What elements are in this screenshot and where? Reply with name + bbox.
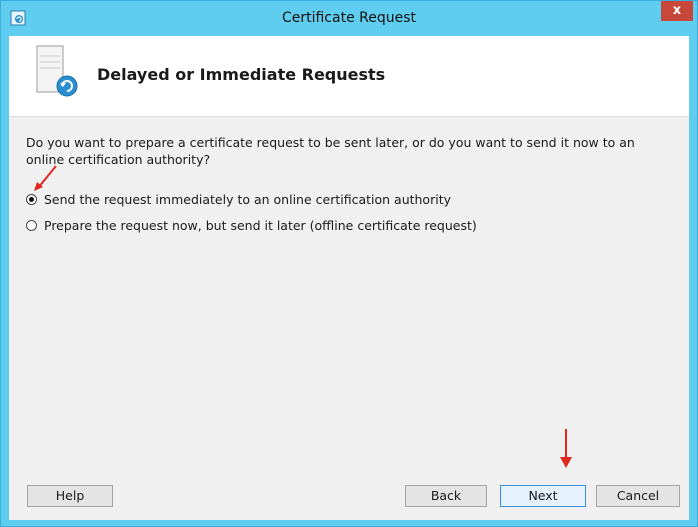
certificate-request-icon (36, 45, 78, 97)
window-title: Certificate Request (281, 10, 417, 26)
page-title: Delayed or Immediate Requests (97, 65, 386, 84)
wizard-footer: Help Back Next Cancel (9, 471, 689, 520)
radio-button[interactable] (26, 220, 37, 231)
radio-button-selected[interactable] (26, 194, 37, 205)
help-button[interactable]: Help (27, 485, 113, 507)
back-button[interactable]: Back (405, 485, 487, 507)
next-button[interactable]: Next (500, 485, 586, 507)
wizard-header: Delayed or Immediate Requests (9, 36, 689, 117)
title-bar[interactable]: Certificate Request x (1, 1, 697, 36)
option-send-later[interactable]: Prepare the request now, but send it lat… (26, 218, 477, 233)
option-label: Send the request immediately to an onlin… (44, 192, 451, 207)
option-label: Prepare the request now, but send it lat… (44, 218, 477, 233)
wizard-content: Do you want to prepare a certificate req… (9, 117, 689, 471)
cancel-button[interactable]: Cancel (596, 485, 680, 507)
close-button[interactable]: x (661, 1, 693, 21)
option-send-immediately[interactable]: Send the request immediately to an onlin… (26, 192, 451, 207)
certificate-request-window: Certificate Request x Delayed or Immedia… (0, 0, 698, 527)
question-text: Do you want to prepare a certificate req… (26, 135, 635, 167)
